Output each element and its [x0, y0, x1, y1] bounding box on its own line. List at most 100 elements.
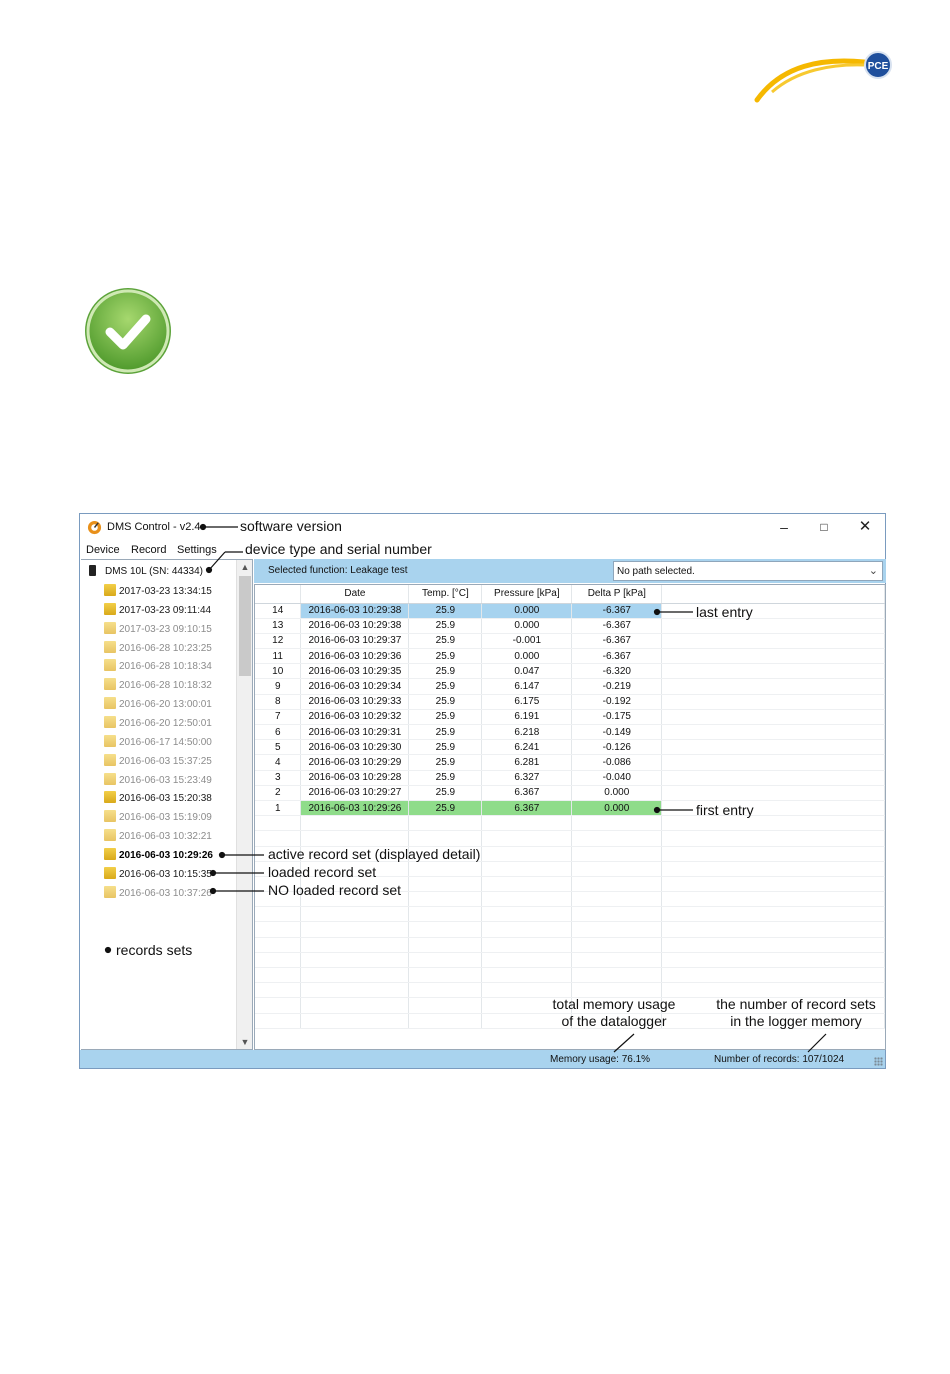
tree-record-label: 2016-06-03 10:32:21	[119, 831, 212, 843]
menu-settings[interactable]: Settings	[177, 544, 217, 556]
cell-pressure: 6.367	[481, 800, 573, 817]
table-row[interactable]: 7 2016-06-03 10:29:32 25.9 6.191 -0.175	[255, 709, 885, 726]
cell-index: 2	[255, 785, 302, 801]
annotation-device-serial: device type and serial number	[245, 541, 432, 557]
tree-record-label: 2016-06-28 10:18:32	[119, 680, 212, 692]
column-header-temp[interactable]: Temp. [°C]	[408, 585, 483, 604]
cell-index: 1	[255, 800, 302, 817]
folder-icon	[104, 753, 116, 766]
tree-record-item[interactable]: 2016-06-03 15:19:09	[104, 810, 212, 824]
column-header-delta[interactable]: Delta P [kPa]	[571, 585, 663, 604]
cell-pressure: 6.147	[481, 678, 573, 695]
cell-empty	[300, 952, 410, 969]
cell-empty	[661, 618, 885, 634]
tree-record-item[interactable]: 2016-06-28 10:23:25	[104, 640, 212, 655]
tree-record-item[interactable]: 2016-06-03 15:23:49	[104, 772, 212, 787]
minimize-button[interactable]: –	[764, 516, 804, 538]
cell-empty	[571, 891, 663, 908]
cell-empty	[661, 937, 885, 953]
table-row[interactable]: 2 2016-06-03 10:29:27 25.9 6.367 0.000	[255, 785, 885, 801]
path-select-value: No path selected.	[617, 566, 695, 577]
column-header-pressure[interactable]: Pressure [kPa]	[481, 585, 573, 604]
tree-record-item[interactable]: 2016-06-03 15:37:25	[104, 753, 212, 768]
app-logo-icon	[87, 520, 102, 535]
column-header-index[interactable]	[255, 585, 302, 604]
table-empty-row	[255, 937, 885, 953]
cell-pressure: 0.000	[481, 603, 573, 619]
annotation-memory-line2: of the datalogger	[561, 1013, 667, 1029]
cell-delta: -0.040	[571, 770, 663, 786]
tree-record-item[interactable]: 2017-03-23 09:10:15	[104, 621, 212, 636]
close-button[interactable]: ✕	[845, 516, 885, 538]
cell-delta: -6.320	[571, 663, 663, 680]
cell-delta: -0.175	[571, 709, 663, 726]
tree-record-item[interactable]: 2016-06-28 10:18:34	[104, 659, 212, 673]
tree-record-item[interactable]: 2016-06-17 14:50:00	[104, 734, 212, 749]
tree-record-item[interactable]: 2016-06-03 10:32:21	[104, 829, 212, 843]
scroll-down-icon[interactable]: ▼	[237, 1035, 253, 1049]
table-row[interactable]: 14 2016-06-03 10:29:38 25.9 0.000 -6.367	[255, 603, 885, 619]
column-header-empty	[661, 585, 885, 604]
cell-delta: -6.367	[571, 633, 663, 650]
tree-record-item[interactable]: 2017-03-23 13:34:15	[104, 584, 212, 598]
table-row[interactable]: 6 2016-06-03 10:29:31 25.9 6.218 -0.149	[255, 724, 885, 741]
record-tree: DMS 10L (SN: 44334) 2017-03-23 13:34:15 2…	[81, 559, 253, 1050]
cell-empty	[300, 997, 410, 1014]
cell-empty	[661, 876, 885, 893]
tree-record-item[interactable]: 2016-06-03 10:15:35	[104, 866, 212, 881]
cell-empty	[255, 815, 302, 832]
selected-function-label: Selected function: Leakage test	[268, 565, 408, 576]
table-row[interactable]: 4 2016-06-03 10:29:29 25.9 6.281 -0.086	[255, 754, 885, 771]
tree-record-item[interactable]: 2016-06-28 10:18:32	[104, 678, 212, 692]
title-bar: DMS Control - v2.4 – □ ✕	[80, 514, 885, 540]
table-empty-row	[255, 921, 885, 938]
cell-empty	[300, 967, 410, 984]
table-row[interactable]: 11 2016-06-03 10:29:36 25.9 0.000 -6.367	[255, 648, 885, 665]
table-empty-row	[255, 967, 885, 984]
cell-empty	[255, 997, 302, 1014]
annotation-memory-usage: total memory usage of the datalogger	[544, 996, 684, 1030]
table-row[interactable]: 5 2016-06-03 10:29:30 25.9 6.241 -0.126	[255, 739, 885, 756]
table-row[interactable]: 3 2016-06-03 10:29:28 25.9 6.327 -0.040	[255, 770, 885, 786]
folder-icon	[104, 847, 116, 860]
cell-delta: -0.086	[571, 754, 663, 771]
checkmark-success-icon	[85, 288, 171, 374]
tree-record-item[interactable]: 2017-03-23 09:11:44	[104, 602, 211, 617]
cell-empty	[408, 937, 483, 953]
folder-icon	[104, 772, 116, 785]
annotation-record-sets: the number of record sets in the logger …	[708, 996, 884, 1030]
table-row[interactable]: 9 2016-06-03 10:29:34 25.9 6.147 -0.219	[255, 678, 885, 695]
table-row[interactable]: 13 2016-06-03 10:29:38 25.9 0.000 -6.367	[255, 618, 885, 634]
folder-icon	[104, 734, 116, 747]
resize-grip-icon[interactable]	[874, 1057, 883, 1066]
tree-record-item[interactable]: 2016-06-03 10:37:26	[104, 885, 212, 900]
folder-icon	[104, 621, 116, 634]
tree-device-node[interactable]: DMS 10L (SN: 44334)	[89, 565, 203, 577]
menu-record[interactable]: Record	[131, 544, 166, 556]
tree-scrollbar[interactable]: ▲ ▼	[236, 560, 252, 1049]
data-grid: Date Temp. [°C] Pressure [kPa] Delta P […	[254, 584, 886, 1050]
cell-empty	[661, 724, 885, 741]
table-row[interactable]: 1 2016-06-03 10:29:26 25.9 6.367 0.000	[255, 800, 885, 817]
cell-index: 5	[255, 739, 302, 756]
scroll-up-icon[interactable]: ▲	[237, 560, 253, 574]
tree-record-item[interactable]: 2016-06-03 10:29:26	[104, 847, 213, 862]
table-row[interactable]: 10 2016-06-03 10:29:35 25.9 0.047 -6.320	[255, 663, 885, 680]
scroll-thumb[interactable]	[239, 576, 251, 676]
tree-record-item[interactable]: 2016-06-03 15:20:38	[104, 791, 212, 805]
cell-empty	[661, 709, 885, 726]
table-row[interactable]: 8 2016-06-03 10:29:33 25.9 6.175 -0.192	[255, 694, 885, 710]
cell-pressure: 0.047	[481, 663, 573, 680]
cell-empty	[481, 952, 573, 969]
menu-device[interactable]: Device	[86, 544, 120, 556]
table-row[interactable]: 12 2016-06-03 10:29:37 25.9 -0.001 -6.367	[255, 633, 885, 650]
tree-record-item[interactable]: 2016-06-20 12:50:01	[104, 715, 212, 730]
cell-temp: 25.9	[408, 618, 483, 634]
path-select[interactable]: No path selected. ⌄	[613, 561, 883, 581]
cell-delta: -0.126	[571, 739, 663, 756]
record-count-status: Number of records: 107/1024	[714, 1054, 845, 1065]
tree-record-item[interactable]: 2016-06-20 13:00:01	[104, 697, 212, 711]
annotation-record-sets-line1: the number of record sets	[716, 996, 876, 1012]
maximize-button[interactable]: □	[804, 516, 844, 538]
column-header-date[interactable]: Date	[300, 585, 410, 604]
